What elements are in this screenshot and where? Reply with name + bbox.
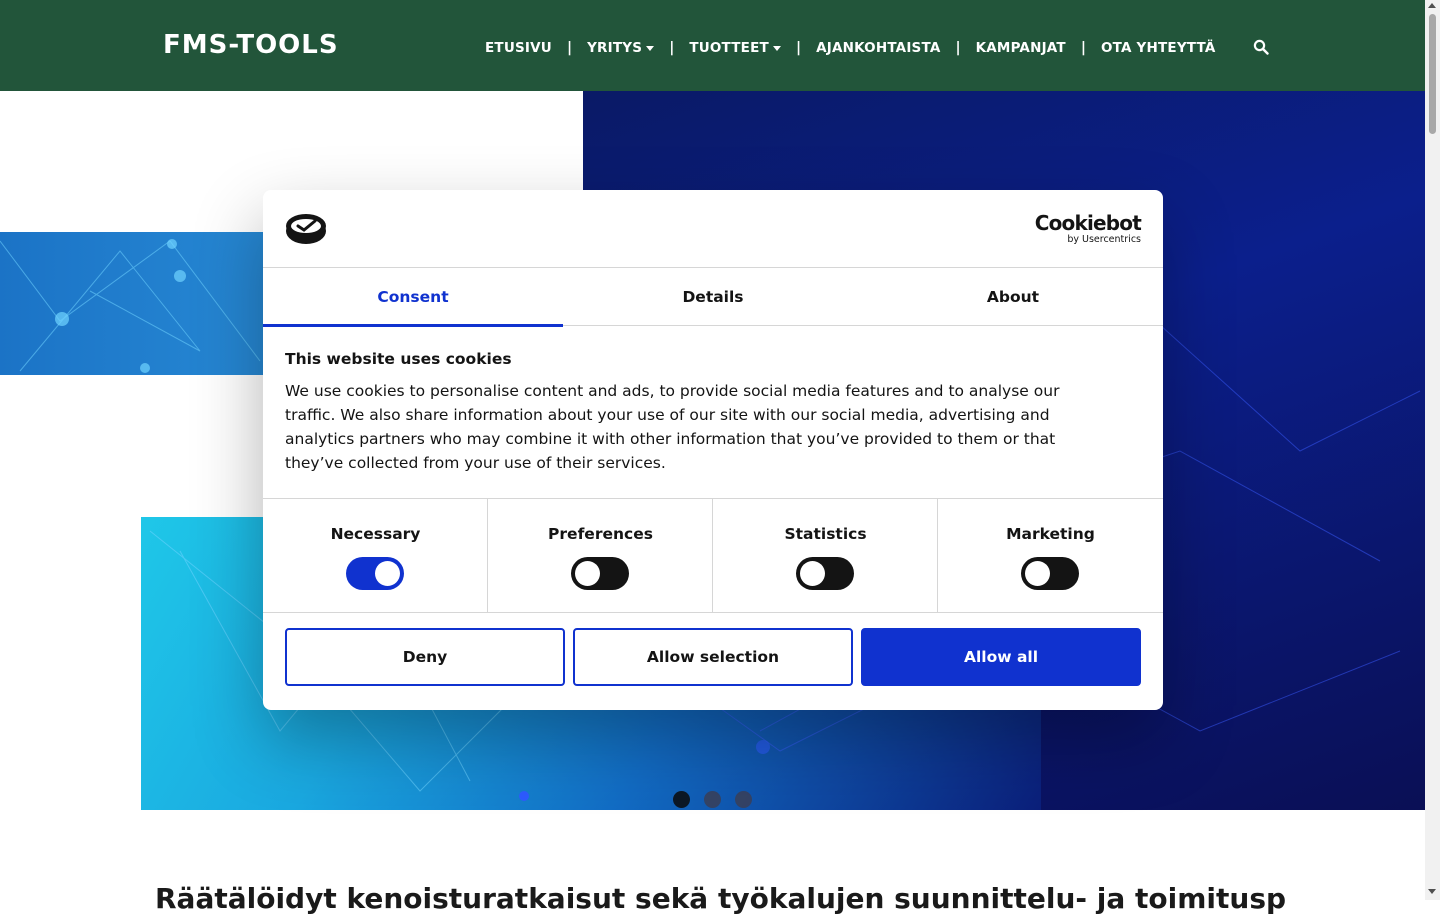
nav-separator: | xyxy=(669,40,675,56)
scroll-up-arrow-icon[interactable] xyxy=(1428,3,1436,8)
necessary-switch[interactable] xyxy=(346,557,404,590)
nav-label: AJANKOHTAISTA xyxy=(816,40,941,56)
nav-separator: | xyxy=(955,40,961,56)
toggle-preferences: Preferences xyxy=(488,499,713,612)
nav-label: TUOTTEET xyxy=(689,40,769,56)
main-nav: ETUSIVU | YRITYS | TUOTTEET | AJANKOHTAI… xyxy=(485,38,1216,58)
nav-item-kampanjat[interactable]: KAMPANJAT xyxy=(976,40,1066,56)
dialog-body-text: We use cookies to personalise content an… xyxy=(285,382,1060,472)
switch-knob xyxy=(375,561,400,586)
allow-selection-button[interactable]: Allow selection xyxy=(573,628,853,686)
scrollbar-thumb[interactable] xyxy=(1429,14,1436,134)
statistics-switch[interactable] xyxy=(796,557,854,590)
nav-separator: | xyxy=(795,40,802,56)
nav-label: OTA YHTEYTTÄ xyxy=(1100,40,1216,56)
switch-knob xyxy=(800,561,825,586)
nav-item-ota-yhteytta[interactable]: OTA YHTEYTTÄ xyxy=(1101,40,1216,56)
tab-about[interactable]: About xyxy=(863,268,1163,326)
cookie-consent-dialog: Cookiebot by Usercentrics Consent Detail… xyxy=(263,190,1163,710)
toggle-label: Marketing xyxy=(1006,525,1095,543)
slider-dot[interactable] xyxy=(704,791,721,808)
nav-item-yritys[interactable]: YRITYS xyxy=(587,40,655,56)
slider-dot[interactable] xyxy=(735,791,752,808)
cookiebot-brand[interactable]: Cookiebot by Usercentrics xyxy=(1034,211,1142,245)
brand-sub: by Usercentrics xyxy=(1067,234,1141,245)
caret-down-icon xyxy=(772,45,781,51)
site-header: FMS-TOOLS ETUSIVU | YRITYS | TUOTTEET | … xyxy=(0,0,1425,91)
cookiebot-logo-icon xyxy=(286,214,326,244)
slider-dots xyxy=(673,791,752,808)
preferences-switch[interactable] xyxy=(571,557,629,590)
toggle-marketing: Marketing xyxy=(938,499,1163,612)
nav-separator: | xyxy=(566,40,573,56)
dialog-title: This website uses cookies xyxy=(285,350,512,368)
page-scrollbar[interactable] xyxy=(1425,0,1440,900)
page-headline: Räätälöidyt kenoisturatkaisut sekä työka… xyxy=(155,882,1285,915)
toggle-label: Necessary xyxy=(330,525,421,543)
dialog-header: Cookiebot by Usercentrics xyxy=(263,190,1163,268)
nav-label: KAMPANJAT xyxy=(975,40,1066,56)
dialog-buttons: Deny Allow selection Allow all xyxy=(285,628,1141,686)
allow-all-button[interactable]: Allow all xyxy=(861,628,1141,686)
tab-details[interactable]: Details xyxy=(563,268,863,326)
caret-down-icon xyxy=(646,45,655,51)
slider-dot[interactable] xyxy=(673,791,690,808)
deny-button[interactable]: Deny xyxy=(285,628,565,686)
toggle-necessary: Necessary xyxy=(263,499,488,612)
brand-name: Cookiebot xyxy=(1034,211,1142,235)
dialog-tabs: Consent Details About xyxy=(263,268,1163,327)
switch-knob xyxy=(1025,561,1050,586)
search-icon[interactable] xyxy=(1253,39,1269,55)
scroll-down-arrow-icon[interactable] xyxy=(1428,889,1436,894)
site-logo[interactable]: FMS-TOOLS xyxy=(163,30,339,60)
consent-toggles: Necessary Preferences Statistics Marketi… xyxy=(263,498,1163,613)
tab-consent[interactable]: Consent xyxy=(263,268,563,327)
nav-separator: | xyxy=(1080,40,1086,56)
nav-item-tuotteet[interactable]: TUOTTEET xyxy=(689,40,781,56)
marketing-switch[interactable] xyxy=(1021,557,1079,590)
toggle-label: Statistics xyxy=(784,525,867,543)
nav-item-ajankohtaista[interactable]: AJANKOHTAISTA xyxy=(816,40,940,56)
toggle-statistics: Statistics xyxy=(713,499,938,612)
switch-knob xyxy=(575,561,600,586)
nav-label: YRITYS xyxy=(587,40,643,56)
toggle-label: Preferences xyxy=(548,525,653,543)
nav-label: ETUSIVU xyxy=(485,40,552,56)
nav-item-etusivu[interactable]: ETUSIVU xyxy=(485,40,552,56)
